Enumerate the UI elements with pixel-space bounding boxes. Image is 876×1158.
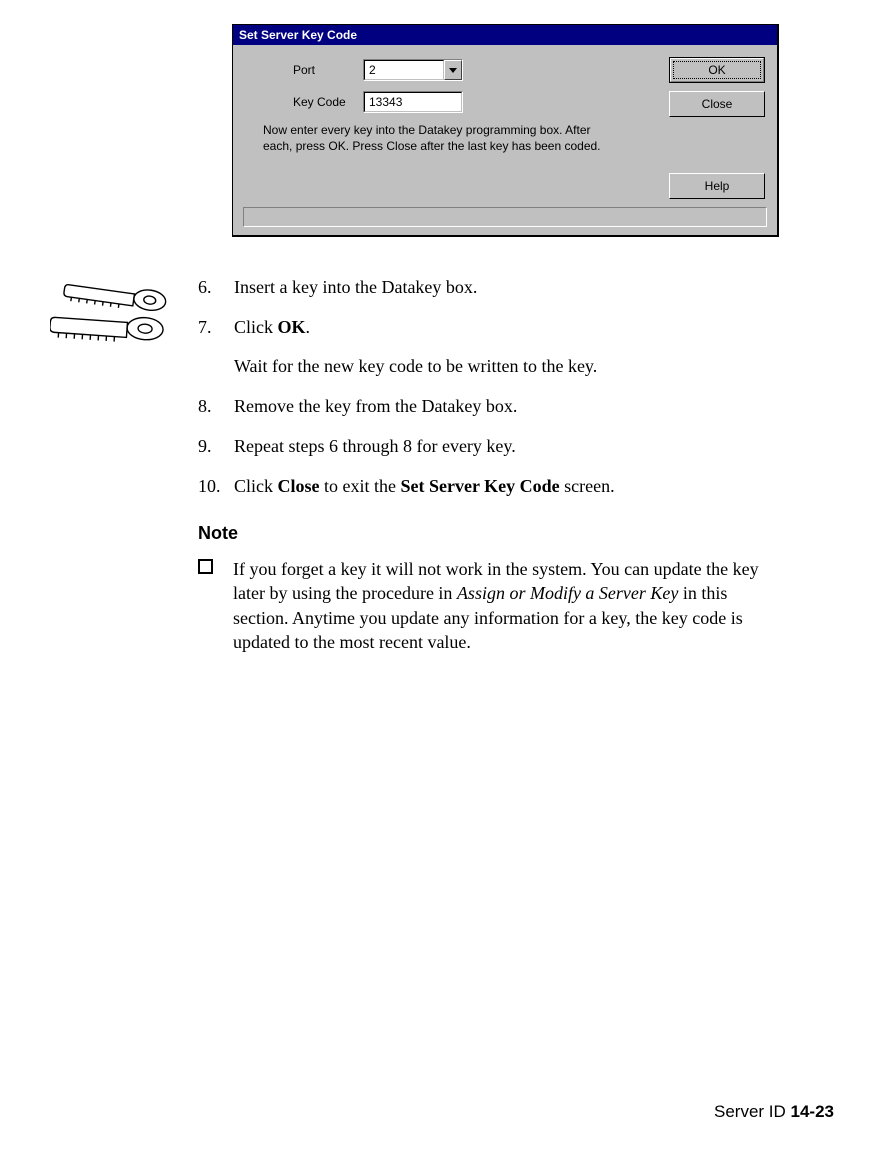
step-8: 8. Remove the key from the Datakey box. <box>198 394 778 418</box>
keycode-label: Key Code <box>243 95 363 109</box>
step-num: 8. <box>198 394 234 418</box>
close-button-label: Close <box>702 97 733 111</box>
step-6: 6. Insert a key into the Datakey box. <box>198 275 778 299</box>
step-text: Click Close to exit the Set Server Key C… <box>234 474 778 498</box>
step-text: Insert a key into the Datakey box. <box>234 275 778 299</box>
step-7: 7. Click OK. <box>198 315 778 339</box>
step-text: Remove the key from the Datakey box. <box>234 394 778 418</box>
port-value: 2 <box>364 60 444 80</box>
port-label: Port <box>243 63 363 77</box>
page-footer: Server ID 14-23 <box>714 1102 834 1122</box>
chevron-down-icon <box>449 68 457 73</box>
ok-button-label: OK <box>670 58 764 82</box>
keycode-input[interactable]: 13343 <box>363 91 463 113</box>
close-button[interactable]: Close <box>669 91 765 117</box>
step-9: 9. Repeat steps 6 through 8 for every ke… <box>198 434 778 458</box>
note-item: If you forget a key it will not work in … <box>198 557 778 654</box>
dialog-title-bar: Set Server Key Code <box>233 25 777 45</box>
step-text: Repeat steps 6 through 8 for every key. <box>234 434 778 458</box>
port-combo[interactable]: 2 <box>363 59 463 81</box>
step-7-continuation: Wait for the new key code to be written … <box>234 354 778 378</box>
set-server-key-code-dialog: Set Server Key Code Port 2 Key Code 1334… <box>232 24 779 237</box>
step-num: 10. <box>198 474 234 498</box>
step-num: 9. <box>198 434 234 458</box>
step-num: 6. <box>198 275 234 299</box>
page-content: 6. Insert a key into the Datakey box. 7.… <box>198 275 778 654</box>
page-number: 14-23 <box>791 1102 834 1121</box>
square-bullet-icon <box>198 559 213 574</box>
dialog-instruction: Now enter every key into the Datakey pro… <box>263 123 603 154</box>
keys-icon <box>50 272 180 358</box>
port-dropdown-button[interactable] <box>444 60 462 80</box>
help-button[interactable]: Help <box>669 173 765 199</box>
note-heading: Note <box>198 521 778 545</box>
dialog-title: Set Server Key Code <box>239 28 357 42</box>
step-10: 10. Click Close to exit the Set Server K… <box>198 474 778 498</box>
step-text: Click OK. <box>234 315 778 339</box>
help-button-label: Help <box>705 179 730 193</box>
note-text: If you forget a key it will not work in … <box>233 557 778 654</box>
step-num: 7. <box>198 315 234 339</box>
footer-label: Server ID <box>714 1102 791 1121</box>
dialog-buttons: OK Close <box>669 57 765 125</box>
dialog-status-bar <box>243 207 767 227</box>
ok-button[interactable]: OK <box>669 57 765 83</box>
dialog-body: Port 2 Key Code 13343 Now enter every ke… <box>233 45 777 235</box>
keycode-value: 13343 <box>364 92 462 112</box>
